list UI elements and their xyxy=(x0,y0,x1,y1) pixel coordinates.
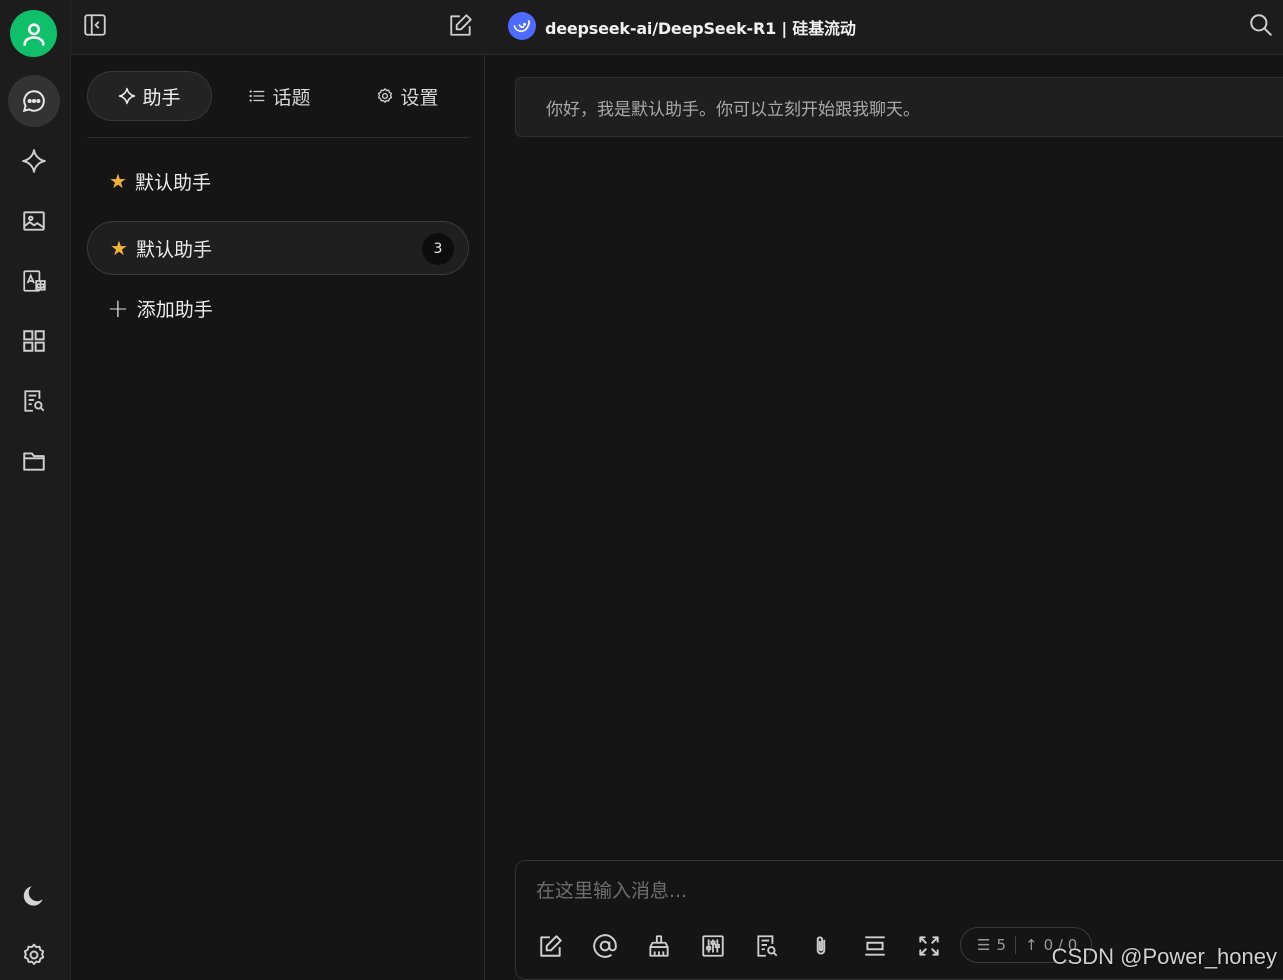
tab-topics[interactable]: 话题 xyxy=(217,71,342,121)
star-icon: ★ xyxy=(109,169,127,193)
insert-divider-button[interactable] xyxy=(860,931,890,961)
list-icon xyxy=(249,90,265,102)
whale-icon xyxy=(513,20,531,33)
assistant-name: 默认助手 xyxy=(135,238,212,261)
gear-icon xyxy=(23,943,45,965)
deepseek-logo[interactable] xyxy=(508,12,536,40)
chat-area: 你好，我是默认助手。你可以立刻开始跟我聊天。 在这里输入消息... ☰ 5 ↑ … xyxy=(486,55,1283,980)
context-count: 5 xyxy=(996,936,1006,954)
assistant-name: 默认助手 xyxy=(134,171,211,194)
top-bar: deepseek-ai/DeepSeek-R1 | 硅基流动 xyxy=(71,0,1283,55)
divider-icon xyxy=(865,936,885,956)
search-icon xyxy=(1250,14,1272,36)
at-icon xyxy=(593,934,617,958)
apps-grid-icon xyxy=(23,330,45,352)
tab-label: 话题 xyxy=(272,86,311,109)
folder-icon xyxy=(23,452,45,471)
sidebar-collapse-icon xyxy=(84,14,106,36)
nav-images[interactable] xyxy=(8,195,60,247)
knowledge-search-icon xyxy=(24,390,45,412)
message-input[interactable] xyxy=(536,875,1276,907)
assistant-item[interactable]: ★ 默认助手 xyxy=(87,154,469,208)
nav-agents[interactable] xyxy=(8,135,60,187)
tabs-divider xyxy=(87,137,469,138)
icon-rail xyxy=(0,0,71,980)
tab-label: 助手 xyxy=(142,86,181,109)
sparkle-icon xyxy=(119,87,136,105)
welcome-message: 你好，我是默认助手。你可以立刻开始跟我聊天。 xyxy=(515,77,1283,137)
knowledge-search-icon xyxy=(757,935,778,957)
expand-icon xyxy=(919,936,939,956)
add-assistant-button[interactable]: + 添加助手 xyxy=(107,295,213,322)
model-title[interactable]: deepseek-ai/DeepSeek-R1 | 硅基流动 xyxy=(545,15,856,39)
paperclip-icon xyxy=(816,936,826,955)
gear-icon xyxy=(378,88,393,103)
knowledge-base-button[interactable] xyxy=(752,931,782,961)
moon-icon xyxy=(23,886,43,906)
broom-icon xyxy=(649,935,669,957)
arrow-up-icon: ↑ xyxy=(1025,936,1038,954)
sparkle-icon xyxy=(22,149,46,173)
watermark: CSDN @Power_honey xyxy=(1051,944,1277,969)
star-icon: ★ xyxy=(110,236,128,260)
app-window: deepseek-ai/DeepSeek-R1 | 硅基流动 助手 话题 设置 … xyxy=(0,0,1283,980)
mention-model-button[interactable] xyxy=(590,931,620,961)
new-topic-tool-button[interactable] xyxy=(536,931,566,961)
assistant-panel: 助手 话题 设置 ★ 默认助手 ★ 默认助手 3 + 添加助手 xyxy=(71,55,485,980)
nav-settings[interactable] xyxy=(8,929,60,980)
panel-tabs: 助手 话题 设置 xyxy=(87,71,469,121)
nav-chat[interactable] xyxy=(8,75,60,127)
sliders-icon xyxy=(702,935,724,957)
nav-translate[interactable] xyxy=(8,255,60,307)
chat-icon xyxy=(22,90,45,113)
toggle-sidebar-button[interactable] xyxy=(81,11,109,39)
tab-settings[interactable]: 设置 xyxy=(345,71,470,121)
plus-icon: + xyxy=(107,293,129,324)
context-list-icon: ☰ xyxy=(977,936,991,954)
edit-icon xyxy=(540,935,562,957)
topic-count-badge: 3 xyxy=(422,233,454,265)
nav-files[interactable] xyxy=(8,435,60,487)
attach-file-button[interactable] xyxy=(806,931,836,961)
settings-sliders-button[interactable] xyxy=(698,931,728,961)
new-topic-button[interactable] xyxy=(447,11,475,39)
image-icon xyxy=(23,211,45,231)
assistant-item-active[interactable]: ★ 默认助手 3 xyxy=(87,221,469,275)
edit-icon xyxy=(450,14,472,36)
add-assistant-label: 添加助手 xyxy=(136,299,213,321)
expand-input-button[interactable] xyxy=(914,931,944,961)
theme-toggle[interactable] xyxy=(8,870,60,922)
user-avatar[interactable] xyxy=(10,10,57,57)
translate-icon xyxy=(23,270,46,292)
user-icon xyxy=(22,22,45,46)
pill-separator xyxy=(1015,936,1016,954)
search-button[interactable] xyxy=(1247,11,1275,39)
tab-assistants[interactable]: 助手 xyxy=(87,71,212,121)
tab-label: 设置 xyxy=(400,86,439,109)
nav-apps[interactable] xyxy=(8,315,60,367)
nav-knowledge[interactable] xyxy=(8,375,60,427)
clear-context-button[interactable] xyxy=(644,931,674,961)
